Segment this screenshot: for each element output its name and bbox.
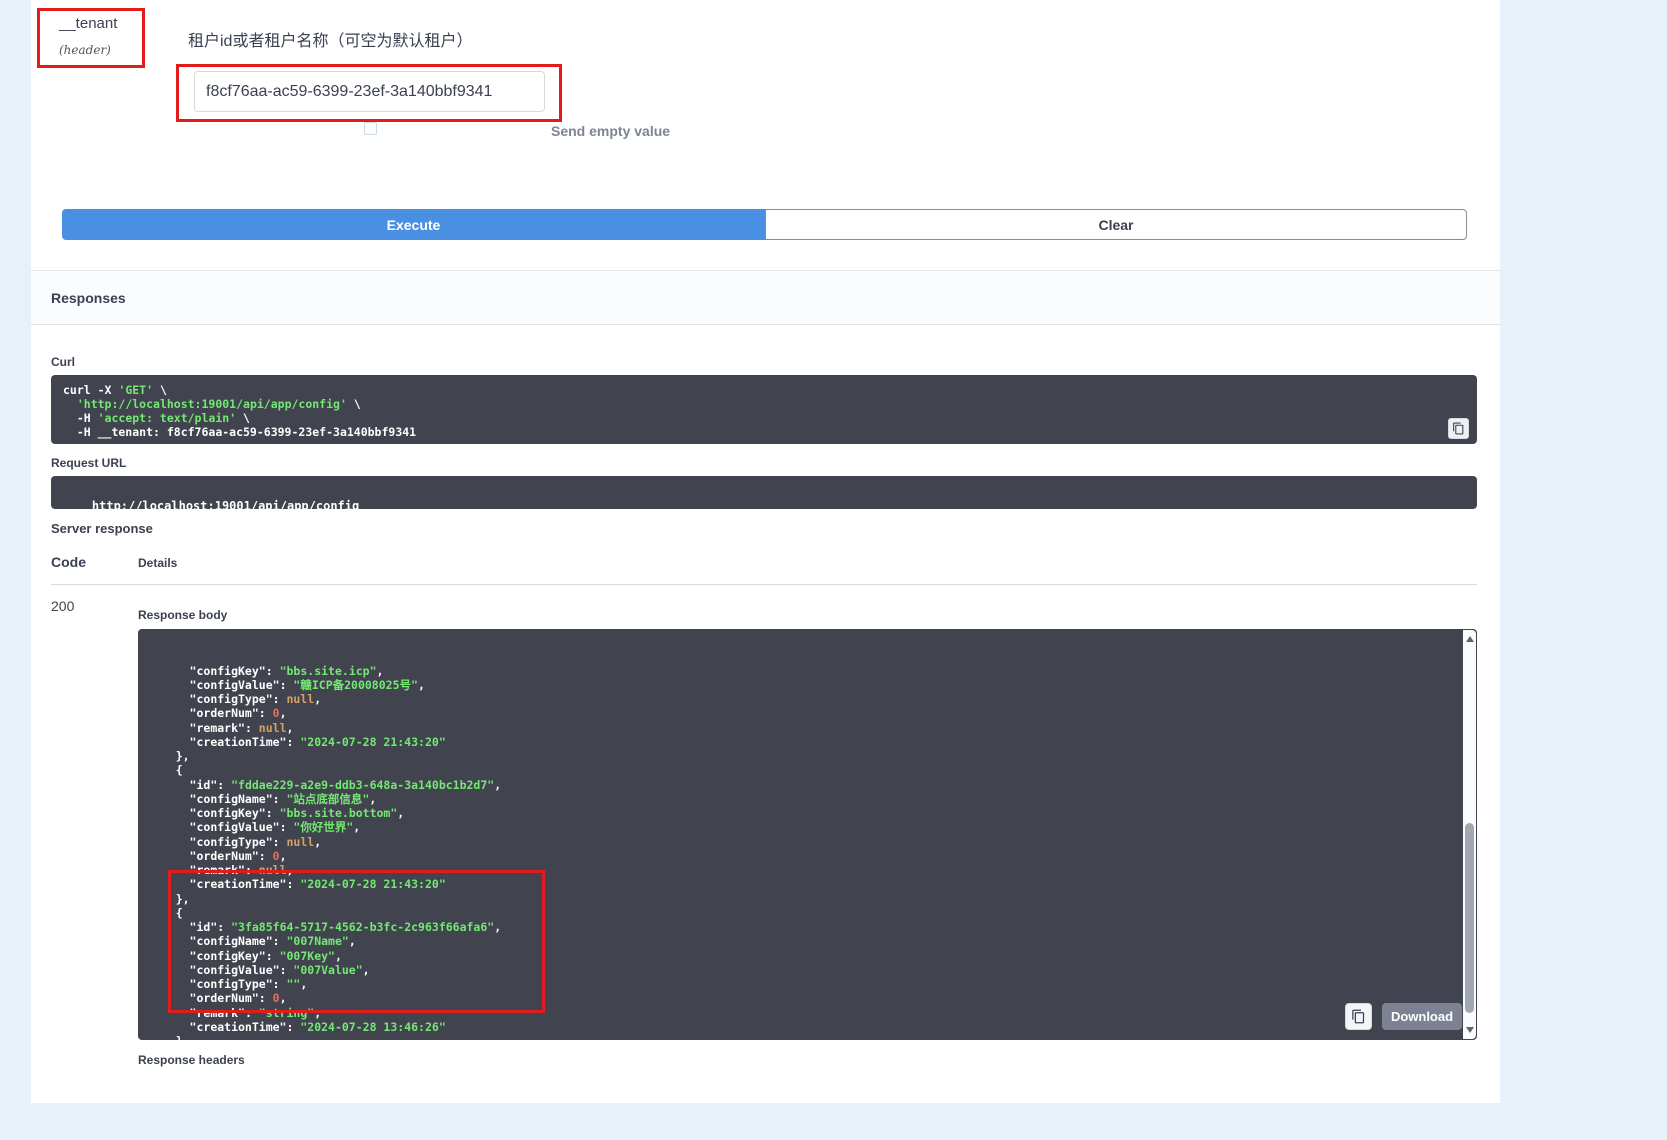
clipboard-icon <box>1452 422 1465 435</box>
request-url-label: Request URL <box>51 456 126 470</box>
response-body-block: "configKey": "bbs.site.icp", "configValu… <box>138 629 1477 1040</box>
curl-command-block: curl -X 'GET' \ 'http://localhost:19001/… <box>51 375 1477 444</box>
details-column-header: Details <box>138 556 177 570</box>
download-button[interactable]: Download <box>1382 1003 1462 1030</box>
response-headers-label: Response headers <box>138 1053 245 1067</box>
send-empty-label: Send empty value <box>551 123 670 139</box>
curl-label: Curl <box>51 355 75 369</box>
arrow-up-icon[interactable] <box>1466 636 1474 642</box>
copy-curl-button[interactable] <box>1448 418 1469 439</box>
send-empty-checkbox[interactable] <box>364 122 377 135</box>
request-url-block: http://localhost:19001/api/app/config <box>51 476 1477 509</box>
response-body-json: "configKey": "bbs.site.icp", "configValu… <box>148 664 1467 1041</box>
responses-section-header: Responses <box>31 270 1500 325</box>
responses-title: Responses <box>51 290 126 306</box>
param-description: 租户id或者租户名称（可空为默认租户） <box>188 27 472 51</box>
copy-response-button[interactable] <box>1345 1003 1372 1030</box>
execute-button[interactable]: Execute <box>62 209 765 240</box>
table-header-divider <box>51 584 1477 585</box>
scrollbar[interactable] <box>1463 630 1476 1039</box>
code-column-header: Code <box>51 554 86 570</box>
arrow-down-icon[interactable] <box>1466 1027 1474 1033</box>
swagger-ui-page: __tenant (header) 租户id或者租户名称（可空为默认租户） Se… <box>0 0 1667 1140</box>
tenant-input[interactable] <box>194 71 545 112</box>
request-url-text: http://localhost:19001/api/app/config <box>92 499 359 509</box>
clear-button[interactable]: Clear <box>765 209 1467 240</box>
scrollbar-thumb[interactable] <box>1465 823 1474 1013</box>
response-status-code: 200 <box>51 598 74 614</box>
response-body-label: Response body <box>138 608 227 622</box>
server-response-label: Server response <box>51 521 153 536</box>
clipboard-icon <box>1351 1009 1366 1024</box>
